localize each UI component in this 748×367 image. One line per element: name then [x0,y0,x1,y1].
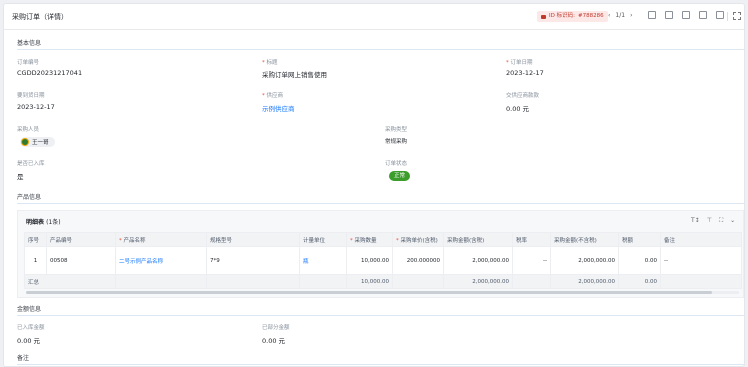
cell-product-name-link[interactable]: 二号示例产品名称 [115,246,207,275]
stocked-value: 是 [17,173,24,181]
summary-qty: 10,000.00 [346,274,393,289]
amount-divider [17,315,744,316]
detail-table-panel: 明细表 (1条) T↕ ⊤ ⛶ ⌄ 序号 产品编号 * 产品名称 规格型号 计量单位 * … [17,210,744,298]
column-header[interactable]: 序号 [24,232,47,247]
print-icon[interactable] [682,11,690,19]
id-icon [541,14,546,19]
column-header[interactable]: 税额 [618,232,661,247]
order-date-value: 2023-12-17 [506,69,544,77]
pager: ‹ 1/1 › [608,12,632,19]
summary-amount: 2,000,000.00 [443,274,513,289]
product-divider [17,203,744,204]
share-icon[interactable] [648,11,656,19]
cell-unit[interactable]: 瓶 [299,246,347,275]
column-header[interactable]: 税率 [512,232,551,247]
cell-amount: 2,000,000.00 [443,246,513,275]
detail-table-title: 明细表 (1条) [26,219,61,226]
subject-value: 采购订单网上销售使用 [262,71,327,79]
purchase-type-value: 常规采购 [385,139,408,145]
paid-amount-value: 0.00 元 [262,337,286,345]
toolbar [648,11,724,19]
prev-icon[interactable]: ‹ [608,12,610,19]
column-header[interactable]: 产品编号 [46,232,116,247]
paid-label: 交供应商款款 [506,93,540,99]
title-bar: 采购订单（详情） ID 标识码: #788286 ‹ 1/1 › [4,4,744,30]
next-icon[interactable]: › [630,12,632,19]
column-header[interactable]: 规格型号 [206,232,300,247]
id-label: ID 标识码: [549,13,575,19]
paid-amount-label: 已部分金额 [262,325,290,331]
avatar [21,138,29,146]
check-icon[interactable] [716,11,724,19]
chevron-down-icon[interactable]: ⌄ [730,217,735,225]
font-size-icon[interactable]: T↕ [691,217,700,225]
amount-section-title: 金额信息 [17,306,42,313]
summary-amount-ex: 2,000,000.00 [550,274,619,289]
remark-section-title: 备注 [17,355,30,362]
purchaser-name: 王一哥 [32,140,49,146]
supplier-label: * 供应商 [262,93,284,99]
cell-code: 00508 [46,246,116,275]
basic-section-title: 基本信息 [17,40,42,47]
paid-value: 0.00 元 [506,105,530,113]
calendar-icon[interactable] [699,11,707,19]
stocked-amount-label: 已入库金额 [17,325,45,331]
due-date-value: 2023-12-17 [17,103,55,111]
product-section-title: 产品信息 [17,194,42,201]
column-header[interactable]: 采购金额(含税) [443,232,513,247]
order-date-label: * 订单日期 [506,60,533,66]
stocked-amount-value: 0.00 元 [17,337,41,345]
table-row[interactable]: 1 00508 二号示例产品名称 7*9 瓶 10,000.00 200.000… [24,246,742,275]
purchaser-tag[interactable]: 王一哥 [20,137,55,147]
order-no-label: 订单编号 [17,60,40,66]
stocked-label: 是否已入库 [17,161,45,167]
cell-spec: 7*9 [206,246,300,275]
column-header[interactable]: * 采购数量 [346,232,393,247]
summary-row: 汇总 10,000.00 2,000,000.00 2,000,000.00 0… [24,274,742,289]
subject-label: * 标题 [262,60,278,66]
supplier-link[interactable]: 示例供应商 [262,103,295,113]
cell-note: -- [660,246,742,275]
summary-label: 汇总 [24,274,116,289]
cell-qty: 10,000.00 [346,246,393,275]
column-header[interactable]: * 产品名称 [115,232,207,247]
due-date-label: 要到货日期 [17,93,45,99]
basic-divider [17,49,744,50]
id-value: #788286 [577,13,604,19]
table-header-row: 序号 产品编号 * 产品名称 规格型号 计量单位 * 采购数量 * 采购单价(含税) 采购金额… [24,232,742,247]
purchase-type-label: 采购类型 [385,127,408,133]
detail-window: 采购订单（详情） ID 标识码: #788286 ‹ 1/1 › 基本信息 订单… [3,3,745,367]
export-icon[interactable] [665,11,673,19]
detail-table: 序号 产品编号 * 产品名称 规格型号 计量单位 * 采购数量 * 采购单价(含税) 采购金额… [24,232,742,289]
cell-tax: 0.00 [618,246,661,275]
status-badge: 正常 [389,171,411,181]
table-toolbar: T↕ ⊤ ⛶ ⌄ [691,217,735,225]
fullscreen-icon[interactable] [733,12,741,20]
expand-icon[interactable]: ⛶ [719,217,723,225]
page-title: 采购订单（详情） [12,13,68,21]
column-header[interactable]: 备注 [660,232,742,247]
cell-seq: 1 [24,246,47,275]
detail-table-count: (1条) [46,219,61,226]
remark-divider [17,364,744,365]
cell-price: 200.000000 [392,246,444,275]
status-label: 订单状态 [385,161,408,167]
pager-text: 1/1 [615,12,626,19]
horizontal-scrollbar[interactable] [26,291,712,294]
purchaser-label: 采购人员 [17,127,40,133]
column-header[interactable]: 采购金额(不含税) [550,232,619,247]
id-badge[interactable]: ID 标识码: #788286 [537,11,608,22]
toolbar-divider [727,12,728,21]
cell-amount-ex: 2,000,000.00 [550,246,619,275]
column-header[interactable]: 计量单位 [299,232,347,247]
column-header[interactable]: * 采购单价(含税) [392,232,444,247]
summary-tax: 0.00 [618,274,661,289]
filter-icon[interactable]: ⊤ [707,217,712,225]
order-no-value: CGDD20231217041 [17,69,83,77]
cell-tax-rate: -- [512,246,551,275]
